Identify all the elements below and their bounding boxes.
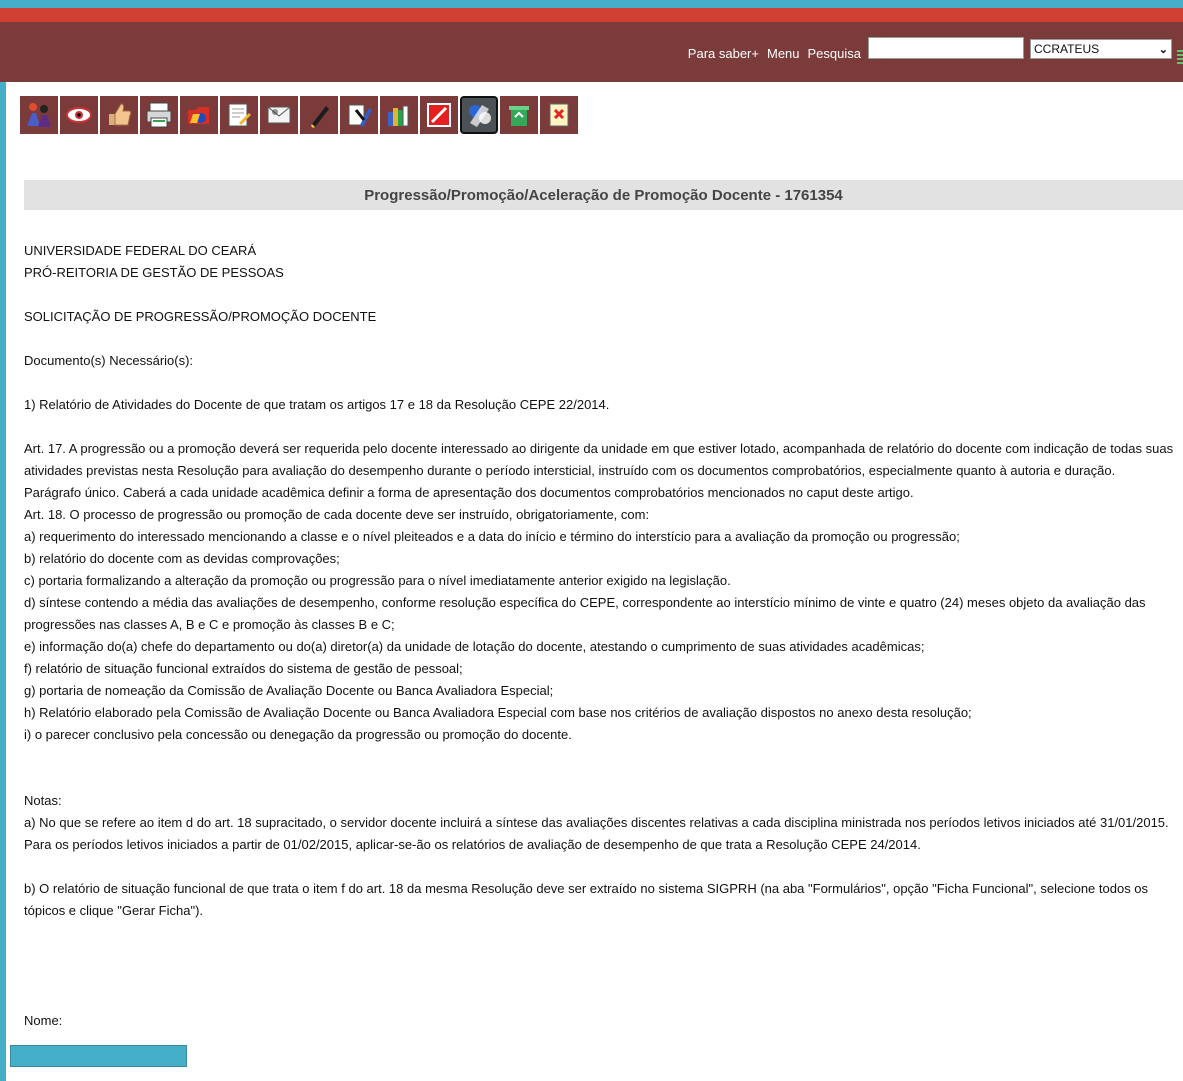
required-docs-label: Documento(s) Necessário(s): bbox=[24, 353, 194, 368]
top-frame-strip bbox=[0, 0, 1183, 8]
art18-item-f: f) relatório de situação funcional extra… bbox=[24, 661, 463, 676]
pesquisa-link[interactable]: Pesquisa bbox=[808, 46, 861, 61]
people-icon bbox=[27, 103, 51, 127]
recycle-bin-icon bbox=[509, 106, 529, 126]
notes-label: Notas: bbox=[24, 793, 62, 808]
document-body: UNIVERSIDADE FEDERAL DO CEARÁ PRÓ-REITOR… bbox=[24, 240, 1179, 1032]
art18-item-c: c) portaria formalizando a alteração da … bbox=[24, 573, 731, 588]
books-button[interactable] bbox=[380, 96, 418, 134]
envelope-icon bbox=[267, 106, 291, 124]
folder-button[interactable] bbox=[180, 96, 218, 134]
recycle-button[interactable] bbox=[500, 96, 538, 134]
people-button[interactable] bbox=[20, 96, 58, 134]
art18-item-h: h) Relatório elaborado pela Comissão de … bbox=[24, 705, 972, 720]
printer-icon bbox=[146, 102, 172, 128]
department-name: PRÓ-REITORIA DE GESTÃO DE PESSOAS bbox=[24, 265, 284, 280]
unit-select[interactable]: CCRATEUS ⌄ bbox=[1030, 39, 1172, 59]
item-1: 1) Relatório de Atividades do Docente de… bbox=[24, 397, 610, 412]
paragrafo-unico: Parágrafo único. Caberá a cada unidade a… bbox=[24, 485, 914, 500]
globe-network-icon bbox=[469, 105, 491, 127]
art-17: Art. 17. A progressão ou a promoção deve… bbox=[24, 441, 1174, 478]
menu-link[interactable]: Menu bbox=[767, 46, 800, 61]
block-button[interactable] bbox=[420, 96, 458, 134]
header-red-line bbox=[0, 8, 1183, 22]
unit-select-value: CCRATEUS bbox=[1034, 42, 1100, 56]
institution-name: UNIVERSIDADE FEDERAL DO CEARÁ bbox=[24, 243, 257, 258]
art18-item-b: b) relatório do docente com as devidas c… bbox=[24, 551, 340, 566]
art18-item-e: e) informação do(a) chefe do departament… bbox=[24, 639, 925, 654]
nome-label: Nome: bbox=[24, 1013, 63, 1028]
eye-icon bbox=[66, 107, 92, 123]
bottom-overlay-bar bbox=[10, 1045, 187, 1067]
page-title: Progressão/Promoção/Aceleração de Promoç… bbox=[24, 180, 1183, 210]
art-18: Art. 18. O processo de progressão ou pro… bbox=[24, 507, 650, 522]
write-button[interactable] bbox=[340, 96, 378, 134]
approve-button[interactable] bbox=[100, 96, 138, 134]
network-button[interactable] bbox=[460, 96, 498, 134]
sign-button[interactable] bbox=[300, 96, 338, 134]
icon-toolbar bbox=[20, 96, 578, 134]
right-grip-handle[interactable] bbox=[1177, 50, 1183, 64]
cancel-document-icon bbox=[549, 103, 569, 127]
mail-button[interactable] bbox=[260, 96, 298, 134]
pencil-icon bbox=[348, 104, 372, 127]
view-button[interactable] bbox=[60, 96, 98, 134]
red-stop-icon bbox=[427, 103, 451, 127]
cancel-button[interactable] bbox=[540, 96, 578, 134]
top-navigation: Para saber+ Menu Pesquisa bbox=[688, 46, 861, 61]
main-content: Progressão/Promoção/Aceleração de Promoç… bbox=[0, 82, 1183, 1081]
note-b: b) O relatório de situação funcional de … bbox=[24, 881, 1149, 918]
red-folder-icon bbox=[188, 107, 209, 124]
art18-item-g: g) portaria de nomeação da Comissão de A… bbox=[24, 683, 554, 698]
books-icon bbox=[388, 105, 409, 127]
request-title: SOLICITAÇÃO DE PROGRESSÃO/PROMOÇÃO DOCEN… bbox=[24, 309, 377, 324]
print-button[interactable] bbox=[140, 96, 178, 134]
chevron-down-icon: ⌄ bbox=[1158, 43, 1168, 56]
note-a: a) No que se refere ao item d do art. 18… bbox=[24, 815, 1169, 852]
art18-item-i: i) o parecer conclusivo pela concessão o… bbox=[24, 727, 572, 742]
top-header: Para saber+ Menu Pesquisa CCRATEUS ⌄ bbox=[0, 8, 1183, 82]
thumbs-up-icon bbox=[109, 103, 132, 126]
edit-document-icon bbox=[228, 103, 251, 127]
pen-icon bbox=[311, 106, 329, 128]
edit-button[interactable] bbox=[220, 96, 258, 134]
art18-item-a: a) requerimento do interessado mencionan… bbox=[24, 529, 960, 544]
para-saber-link[interactable]: Para saber+ bbox=[688, 46, 759, 61]
art18-item-d: d) síntese contendo a média das avaliaçõ… bbox=[24, 595, 1146, 632]
search-input[interactable] bbox=[868, 37, 1024, 59]
